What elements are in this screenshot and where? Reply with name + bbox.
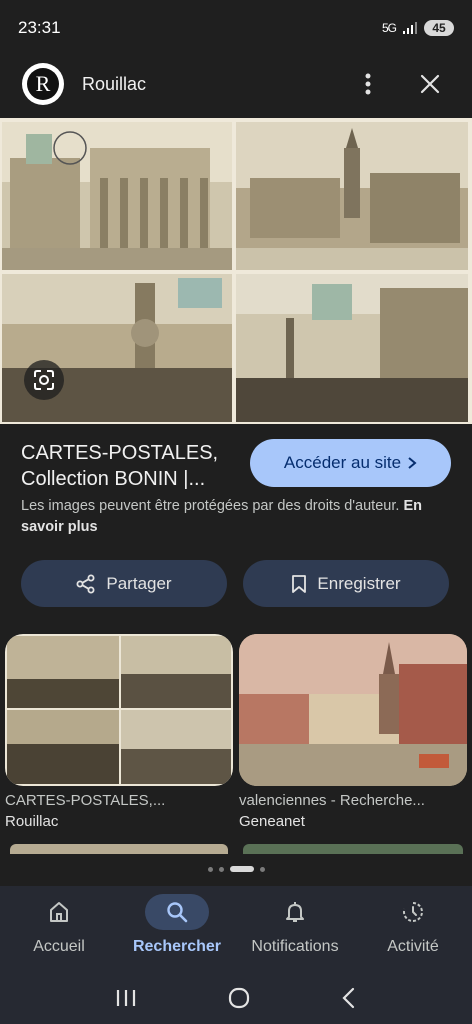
site-logo: R xyxy=(22,63,64,105)
nav-notifications[interactable]: Notifications xyxy=(236,886,354,976)
notice-text: Les images peuvent être protégées par de… xyxy=(21,498,400,514)
nav-activity-label: Activité xyxy=(387,938,439,955)
related-image[interactable] xyxy=(5,634,233,786)
recent-apps-icon xyxy=(116,989,136,1006)
page-dot-active xyxy=(229,866,254,872)
page-dot xyxy=(259,866,265,872)
result-title[interactable]: CARTES-POSTALES, Collection BONIN |... xyxy=(21,440,241,492)
home-circle-icon xyxy=(228,987,250,1008)
main-image[interactable] xyxy=(0,118,472,424)
viewer-header: R Rouillac xyxy=(0,56,472,112)
history-icon xyxy=(381,894,445,930)
related-postcard-thumbnail xyxy=(5,634,233,786)
bottom-navigation: Accueil Rechercher Notifications Activit… xyxy=(0,886,472,976)
related-colored-postcard-thumbnail xyxy=(239,634,467,786)
next-result-peek[interactable] xyxy=(243,844,463,854)
bookmark-icon xyxy=(292,574,307,593)
copyright-notice: Les images peuvent être protégées par de… xyxy=(21,496,457,538)
save-button[interactable]: Enregistrer xyxy=(243,560,449,607)
result-title-line1: CARTES-POSTALES, xyxy=(21,442,219,464)
back-button[interactable] xyxy=(341,987,357,1014)
related-source: Rouillac xyxy=(5,813,59,830)
nav-search[interactable]: Rechercher xyxy=(118,886,236,976)
visit-site-label: Accéder au site xyxy=(283,453,402,472)
recent-apps-button[interactable] xyxy=(115,988,137,1013)
nav-notifications-label: Notifications xyxy=(251,938,339,955)
nav-search-label: Rechercher xyxy=(132,938,222,955)
site-logo-letter: R xyxy=(27,68,59,100)
status-icons: 5G 45 xyxy=(382,20,454,36)
related-title: valenciennes - Recherche... xyxy=(239,792,425,809)
save-label: Enregistrer xyxy=(317,573,401,593)
result-title-line2: Collection BONIN |... xyxy=(21,468,206,490)
related-source: Geneanet xyxy=(239,813,305,830)
visit-site-button[interactable]: Accéder au site xyxy=(250,439,451,487)
lens-icon xyxy=(34,370,54,390)
back-icon xyxy=(342,987,355,1008)
related-result-card[interactable]: CARTES-POSTALES,... Rouillac xyxy=(5,634,233,830)
related-image[interactable] xyxy=(239,634,467,786)
share-label: Partager xyxy=(106,573,172,593)
page-indicator xyxy=(0,866,472,872)
signal-icon xyxy=(403,22,417,34)
share-button[interactable]: Partager xyxy=(21,560,227,607)
system-navigation xyxy=(0,976,472,1024)
related-title: CARTES-POSTALES,... xyxy=(5,792,166,809)
status-time: 23:31 xyxy=(18,18,61,37)
close-button[interactable] xyxy=(410,64,450,104)
nav-home[interactable]: Accueil xyxy=(0,886,118,976)
postcard-collage xyxy=(0,118,472,424)
lens-search-button[interactable] xyxy=(24,360,64,400)
share-icon xyxy=(76,574,95,593)
battery-badge: 45 xyxy=(424,20,454,36)
status-bar: 23:31 5G 45 xyxy=(0,0,472,56)
nav-home-label: Accueil xyxy=(33,938,85,955)
close-icon xyxy=(420,74,440,94)
home-button[interactable] xyxy=(227,986,251,1015)
bell-icon xyxy=(263,894,327,930)
home-icon xyxy=(27,894,91,930)
more-vert-icon xyxy=(365,73,371,95)
site-name[interactable]: Rouillac xyxy=(82,74,348,95)
network-indicator: 5G xyxy=(381,21,397,35)
page-dot xyxy=(218,866,224,872)
related-result-card[interactable]: valenciennes - Recherche... Geneanet xyxy=(239,634,467,830)
search-icon xyxy=(145,894,209,930)
page-dot xyxy=(207,866,213,872)
nav-activity[interactable]: Activité xyxy=(354,886,472,976)
next-result-peek[interactable] xyxy=(10,844,228,854)
chevron-right-icon xyxy=(408,457,417,469)
more-options-button[interactable] xyxy=(348,64,388,104)
